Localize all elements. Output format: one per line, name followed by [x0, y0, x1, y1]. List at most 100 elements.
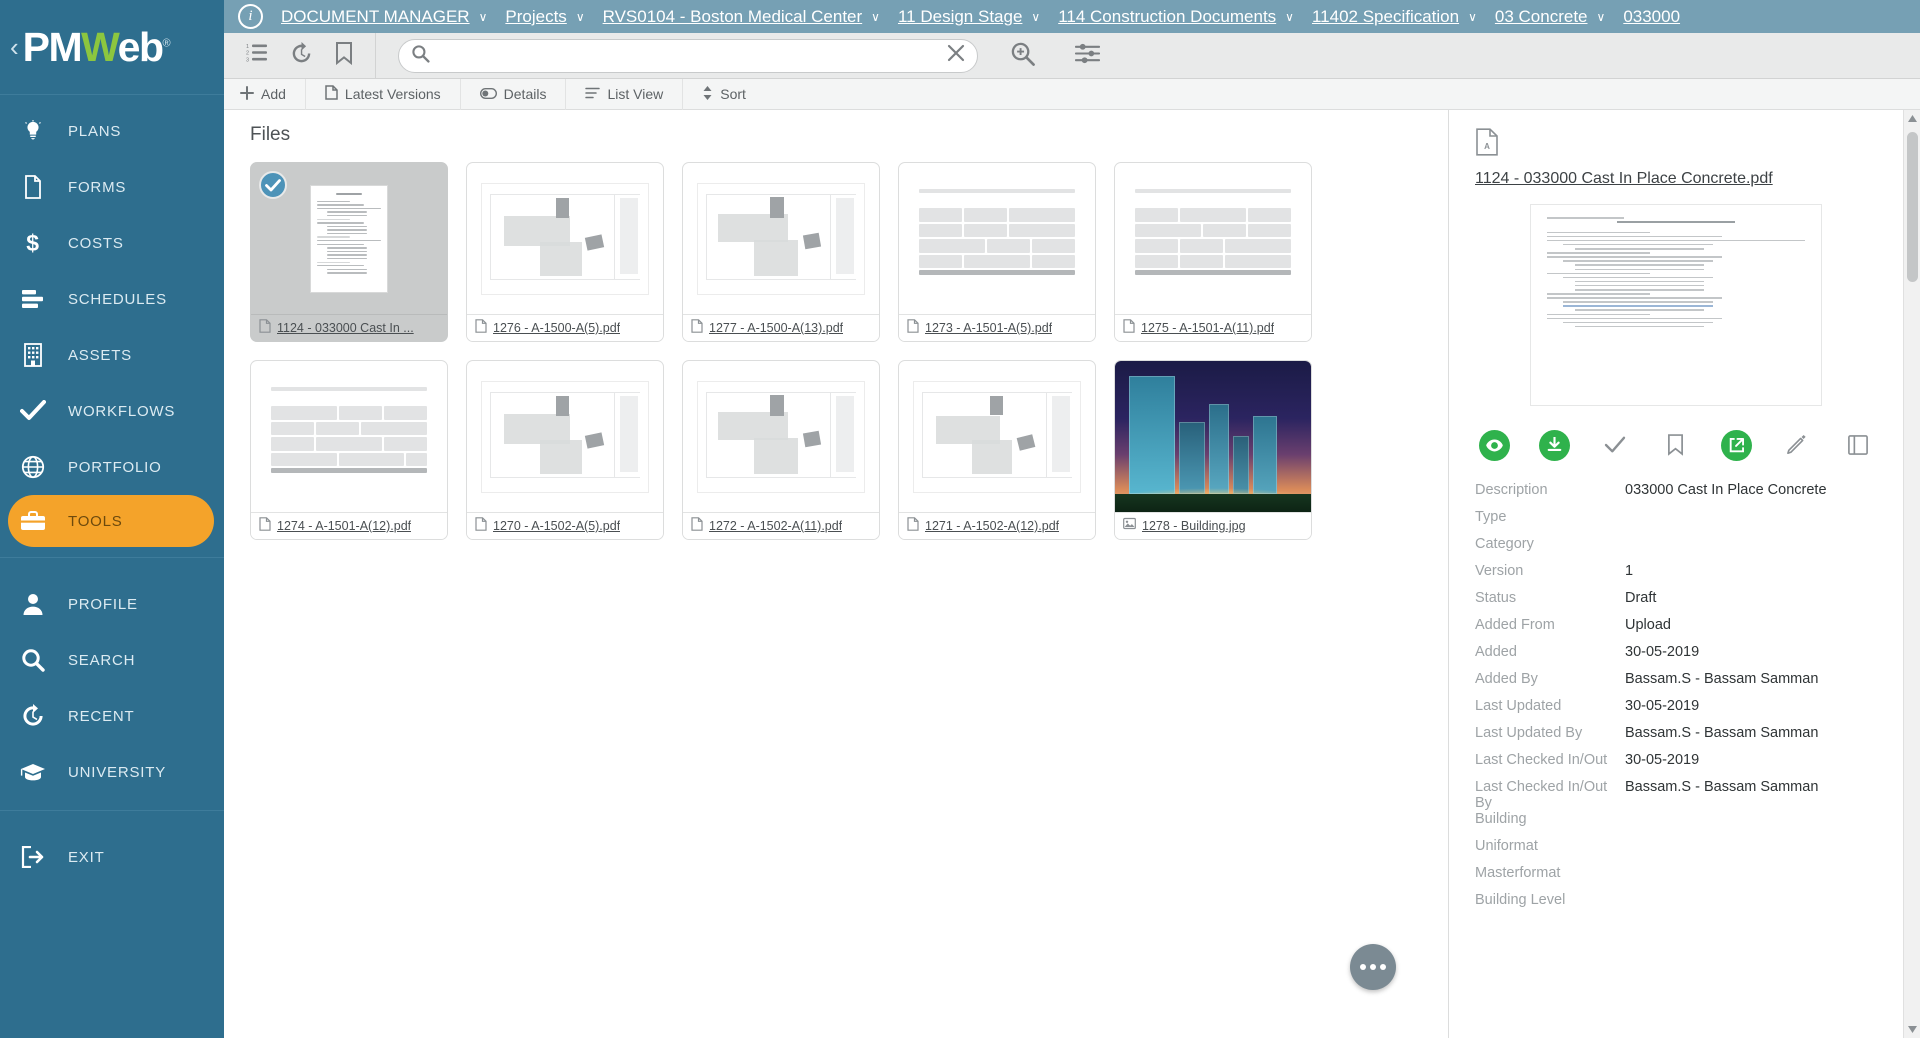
sidebar-item-plans[interactable]: PLANS	[0, 103, 224, 159]
sidebar-item-university[interactable]: UNIVERSITY	[0, 744, 224, 800]
sliders-icon[interactable]	[1074, 42, 1101, 70]
breadcrumb-item-construction-documents[interactable]: 114 Construction Documents ∨	[1058, 7, 1294, 27]
selected-check-icon[interactable]	[259, 171, 287, 199]
logo[interactable]: ‹ PMWeb®	[0, 0, 224, 95]
open-external-icon[interactable]	[1720, 428, 1754, 462]
breadcrumb-label[interactable]: RVS0104 - Boston Medical Center	[603, 7, 863, 27]
field-label: Version	[1475, 563, 1524, 579]
more-options-button[interactable]	[1350, 944, 1396, 990]
file-name[interactable]: 1277 - A-1500-A(13).pdf	[709, 321, 843, 335]
breadcrumb-item-document-manager[interactable]: DOCUMENT MANAGER ∨	[281, 7, 487, 27]
sort-button[interactable]: Sort	[683, 79, 765, 110]
view-icon[interactable]	[1477, 428, 1511, 462]
chevron-down-icon[interactable]: ∨	[1285, 10, 1294, 24]
scrollbar-thumb[interactable]	[1907, 132, 1918, 282]
latest-versions-button[interactable]: Latest Versions	[306, 78, 461, 110]
file-name[interactable]: 1274 - A-1501-A(12).pdf	[277, 519, 411, 533]
numbered-list-icon[interactable]: 123	[246, 43, 268, 68]
search-input[interactable]	[438, 47, 939, 64]
chevron-down-icon[interactable]: ∨	[871, 10, 880, 24]
add-button[interactable]: Add	[224, 78, 306, 110]
approve-icon[interactable]	[1598, 428, 1632, 462]
file-name[interactable]: 1273 - A-1501-A(5).pdf	[925, 321, 1052, 335]
breadcrumb-label[interactable]: 033000	[1623, 7, 1680, 27]
file-card[interactable]: 1270 - A-1502-A(5).pdf	[466, 360, 664, 540]
sidebar-item-label: EXIT	[68, 848, 105, 866]
details-scrollbar[interactable]	[1903, 110, 1920, 1038]
scroll-up-icon[interactable]	[1904, 110, 1920, 127]
chevron-down-icon[interactable]: ∨	[576, 10, 585, 24]
magnifier-icon	[16, 645, 50, 675]
breadcrumb-item-concrete[interactable]: 03 Concrete ∨	[1495, 7, 1605, 27]
file-card[interactable]: 1272 - A-1502-A(11).pdf	[682, 360, 880, 540]
chevron-down-icon[interactable]: ∨	[479, 10, 488, 24]
breadcrumb-item-folder[interactable]: 033000	[1623, 7, 1680, 27]
sidebar-item-profile[interactable]: PROFILE	[0, 576, 224, 632]
scroll-down-icon[interactable]	[1904, 1021, 1920, 1038]
chevron-down-icon[interactable]: ∨	[1597, 10, 1606, 24]
file-name[interactable]: 1276 - A-1500-A(5).pdf	[493, 321, 620, 335]
dot	[1360, 964, 1366, 970]
collapse-sidebar-icon[interactable]: ‹	[10, 34, 19, 60]
breadcrumb-item-projects[interactable]: Projects ∨	[505, 7, 584, 27]
file-card[interactable]: 1275 - A-1501-A(11).pdf	[1114, 162, 1312, 342]
sidebar-item-recent[interactable]: RECENT	[0, 688, 224, 744]
sidebar-item-schedules[interactable]: SCHEDULES	[0, 271, 224, 327]
clear-search-icon[interactable]	[947, 44, 965, 67]
breadcrumb-label[interactable]: 03 Concrete	[1495, 7, 1588, 27]
compare-icon[interactable]	[1841, 428, 1875, 462]
breadcrumb-item-project[interactable]: RVS0104 - Boston Medical Center ∨	[603, 7, 880, 27]
details-file-name[interactable]: 1124 - 033000 Cast In Place Concrete.pdf	[1475, 170, 1877, 188]
file-thumbnail	[683, 163, 879, 314]
file-card[interactable]: 1278 - Building.jpg	[1114, 360, 1312, 540]
magnifier-plus-icon[interactable]	[1010, 41, 1035, 71]
file-card[interactable]: 1124 - 033000 Cast In ...	[250, 162, 448, 342]
file-card[interactable]: 1277 - A-1500-A(13).pdf	[682, 162, 880, 342]
sidebar-item-portfolio[interactable]: PORTFOLIO	[0, 439, 224, 495]
sidebar-item-assets[interactable]: ASSETS	[0, 327, 224, 383]
chevron-down-icon[interactable]: ∨	[1031, 10, 1040, 24]
info-icon[interactable]: i	[238, 4, 263, 29]
breadcrumb-label[interactable]: DOCUMENT MANAGER	[281, 7, 470, 27]
list-view-button[interactable]: List View	[566, 78, 684, 110]
search-box[interactable]	[398, 38, 978, 73]
breadcrumb-item-specification[interactable]: 11402 Specification ∨	[1312, 7, 1477, 27]
sidebar-item-search[interactable]: SEARCH	[0, 632, 224, 688]
breadcrumb-label[interactable]: 11402 Specification	[1312, 7, 1459, 27]
bookmark-icon[interactable]	[1659, 428, 1693, 462]
file-name[interactable]: 1272 - A-1502-A(11).pdf	[709, 519, 842, 533]
files-section-title: Files	[250, 124, 291, 145]
breadcrumb-label[interactable]: 114 Construction Documents	[1058, 7, 1276, 27]
bookmark-icon[interactable]	[335, 41, 353, 70]
logo-w: W	[81, 23, 119, 70]
file-name[interactable]: 1124 - 033000 Cast In ...	[277, 321, 414, 335]
logo-pm: PM	[22, 23, 83, 70]
file-name[interactable]: 1278 - Building.jpg	[1142, 519, 1246, 533]
details-toggle[interactable]: Details	[461, 78, 567, 110]
file-name[interactable]: 1270 - A-1502-A(5).pdf	[493, 519, 620, 533]
download-icon[interactable]	[1538, 428, 1572, 462]
file-card[interactable]: 1276 - A-1500-A(5).pdf	[466, 162, 664, 342]
file-card[interactable]: 1273 - A-1501-A(5).pdf	[898, 162, 1096, 342]
details-document-preview[interactable]	[1530, 204, 1822, 406]
sidebar-item-forms[interactable]: FORMS	[0, 159, 224, 215]
breadcrumb-item-design-stage[interactable]: 11 Design Stage ∨	[898, 7, 1040, 27]
breadcrumb-label[interactable]: Projects	[505, 7, 566, 27]
sidebar-item-tools[interactable]: TOOLS	[8, 495, 214, 547]
sidebar-item-exit[interactable]: EXIT	[0, 829, 224, 885]
sidebar-item-workflows[interactable]: WORKFLOWS	[0, 383, 224, 439]
app-root: ‹ PMWeb® PLANS FORMS $ COSTS SCHEDULES A…	[0, 0, 1920, 1038]
breadcrumb-label[interactable]: 11 Design Stage	[898, 7, 1022, 27]
chevron-down-icon[interactable]: ∨	[1468, 10, 1477, 24]
history-icon[interactable]	[290, 41, 313, 70]
file-card[interactable]: 1274 - A-1501-A(12).pdf	[250, 360, 448, 540]
field-label: Building Level	[1475, 892, 1566, 908]
file-card[interactable]: 1271 - A-1502-A(12).pdf	[898, 360, 1096, 540]
field-value: Bassam.S - Bassam Samman	[1625, 779, 1819, 795]
markup-icon[interactable]	[1780, 428, 1814, 462]
file-name[interactable]: 1275 - A-1501-A(11).pdf	[1141, 321, 1274, 335]
plan-preview	[481, 182, 649, 295]
sidebar-item-costs[interactable]: $ COSTS	[0, 215, 224, 271]
sidebar-exit-nav: EXIT	[0, 821, 224, 885]
file-name[interactable]: 1271 - A-1502-A(12).pdf	[925, 519, 1059, 533]
